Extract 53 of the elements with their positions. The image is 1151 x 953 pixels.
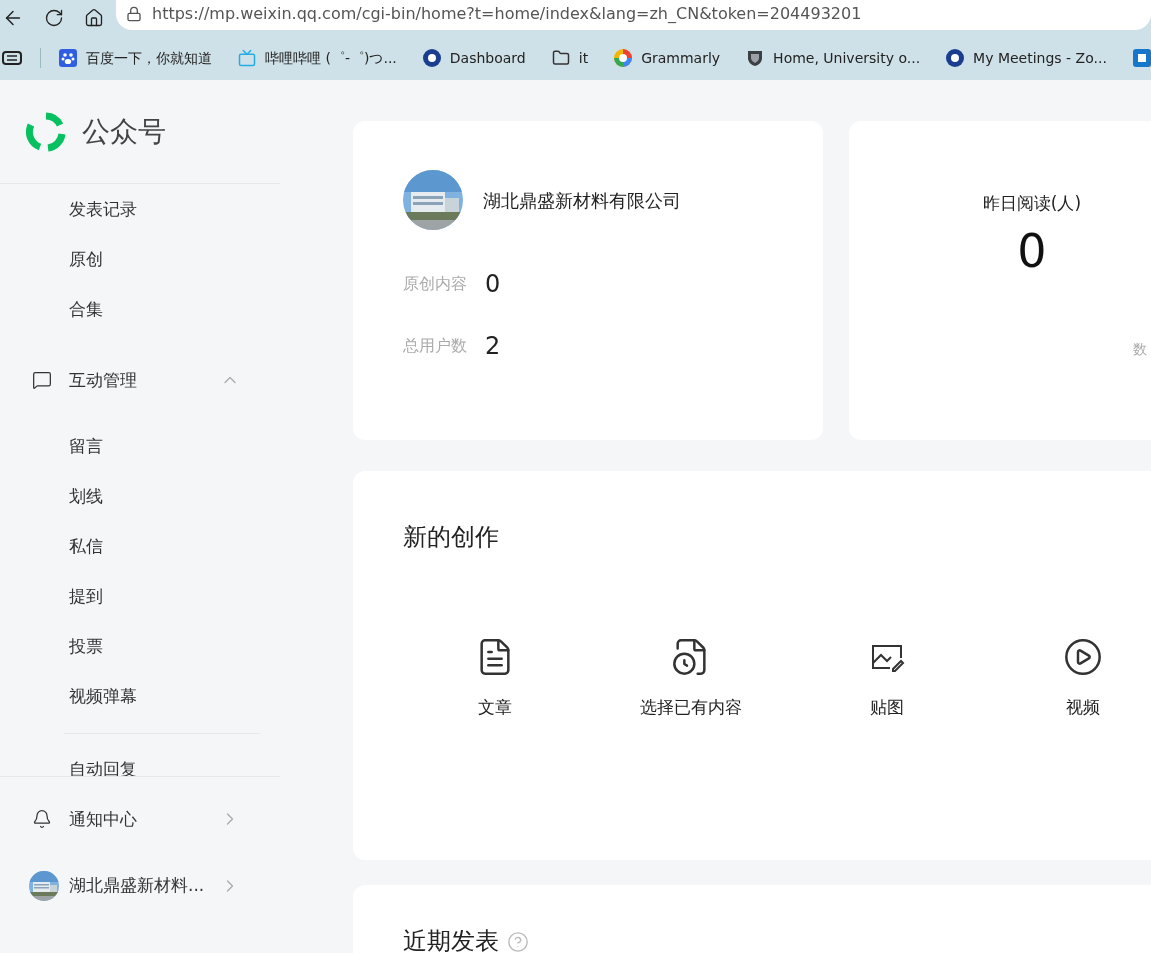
home-icon[interactable] — [84, 8, 104, 28]
tv-icon — [238, 49, 256, 67]
bell-icon — [32, 809, 52, 829]
create-option[interactable]: 贴图 — [870, 695, 904, 721]
ring-icon — [422, 49, 441, 67]
footnote-text: 数 — [1133, 339, 1148, 359]
sidebar-item[interactable]: 提到 — [69, 584, 103, 608]
shield-icon — [746, 49, 765, 67]
stat-value: 0 — [485, 269, 501, 300]
bookmark-link[interactable]: My Meetings - Zo... — [973, 47, 1107, 69]
sidebar-item[interactable]: 视频弹幕 — [69, 684, 137, 708]
paw-icon — [59, 49, 77, 67]
lock-icon — [126, 6, 142, 22]
play-icon — [1063, 637, 1103, 677]
square-icon — [1132, 49, 1151, 67]
logo-icon — [26, 111, 66, 152]
create-option[interactable]: 视频 — [1066, 695, 1100, 721]
stat-label: 原创内容 — [403, 273, 467, 295]
stat-label: 总用户数 — [403, 335, 467, 357]
create-option[interactable]: 选择已有内容 — [640, 695, 742, 721]
ring-icon — [946, 49, 965, 67]
sidebar-item[interactable]: 划线 — [69, 484, 103, 508]
folder-icon — [551, 49, 570, 67]
bookmark-link[interactable]: 百度一下，你就知道 — [86, 47, 212, 69]
reload-icon[interactable] — [44, 8, 64, 28]
sidebar-item[interactable]: 发表记录 — [69, 197, 137, 221]
address-bar[interactable]: https://mp.weixin.qq.com/cgi-bin/home?t=home/index&lang=zh_CN&token=204493201 — [116, 0, 1151, 30]
sidebar-item[interactable]: 合集 — [69, 297, 103, 321]
create-option[interactable]: 文章 — [478, 695, 512, 721]
sidebar-item[interactable]: 投票 — [69, 634, 103, 658]
message-icon — [32, 370, 52, 390]
sidebar-item[interactable]: 私信 — [69, 534, 103, 558]
account-name[interactable]: 湖北鼎盛新材料... — [69, 873, 205, 899]
account-title: 湖北鼎盛新材料有限公司 — [483, 188, 681, 213]
bookmark-link[interactable]: 哔哩哔哩 (゜-゜)つ... — [265, 47, 397, 69]
bookmark-link[interactable]: it — [578, 47, 589, 69]
bookmark-link[interactable]: Grammarly — [641, 47, 721, 69]
stat-label: 昨日阅读(人) — [982, 192, 1082, 215]
logo-text: 公众号 — [82, 113, 166, 150]
sidebar-item[interactable]: 互动管理 — [69, 368, 137, 392]
tablet-icon — [2, 51, 22, 65]
bookmark-link[interactable]: Home, University o... — [773, 47, 921, 69]
help-icon[interactable] — [507, 931, 529, 953]
card-title: 新的创作 — [402, 522, 500, 553]
ring-icon — [614, 49, 633, 67]
url-text: https://mp.weixin.qq.com/cgi-bin/home?t=home/index&lang=zh_CN&token=204493201 — [152, 3, 862, 25]
card-title: 近期发表 — [403, 926, 499, 953]
stat-value: 2 — [485, 331, 501, 362]
bookmark-link[interactable]: Dashboard — [449, 47, 526, 69]
sidebar-item[interactable]: 通知中心 — [69, 807, 137, 831]
stat-value: 0 — [1017, 222, 1047, 279]
sidebar-item[interactable]: 留言 — [69, 434, 103, 458]
sidebar-item[interactable]: 原创 — [69, 247, 103, 271]
